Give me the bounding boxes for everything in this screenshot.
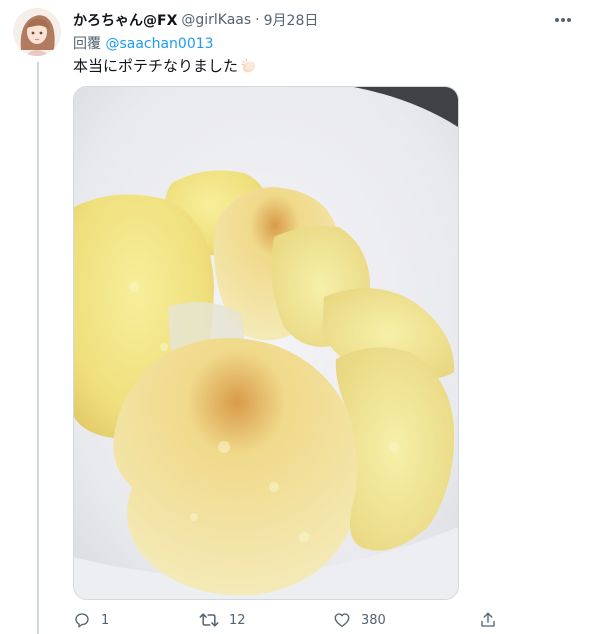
reply-label: 回覆 — [73, 36, 101, 52]
retweet-icon — [199, 613, 219, 627]
separator-dot: · — [255, 12, 260, 28]
avatar[interactable] — [13, 8, 61, 56]
tweet-header: かろちゃん@FX @girlKaas · 9月28日 — [73, 9, 551, 31]
user-handle[interactable]: @girlKaas — [181, 12, 251, 28]
thread-line — [37, 62, 39, 634]
display-name[interactable]: かろちゃん@FX — [73, 10, 177, 30]
tweet-date[interactable]: 9月28日 — [264, 10, 319, 30]
clapping-hands-icon — [241, 58, 256, 72]
reply-icon — [75, 613, 89, 628]
tweet-text-content: 本当にポテチなりました — [73, 57, 239, 75]
tweet-media-photo[interactable] — [73, 86, 459, 600]
potato-chips-photo — [74, 87, 458, 599]
retweet-count: 12 — [229, 612, 246, 628]
reply-context: 回覆 @saachan0013 — [73, 33, 214, 53]
reply-count: 1 — [101, 612, 110, 628]
like-button[interactable]: 380 — [333, 609, 386, 631]
reply-mention-link[interactable]: @saachan0013 — [105, 36, 213, 52]
share-icon — [481, 612, 495, 627]
share-button[interactable] — [479, 609, 497, 631]
like-count: 380 — [361, 612, 386, 628]
retweet-button[interactable]: 12 — [199, 609, 246, 631]
avatar-illustration — [13, 8, 61, 56]
tweet-text: 本当にポテチなりました — [73, 55, 258, 76]
more-options-icon[interactable] — [553, 10, 573, 30]
tweet-actions: 1 12 380 — [73, 609, 513, 631]
chip-front-center — [113, 337, 360, 596]
heart-icon — [334, 613, 350, 628]
reply-button[interactable]: 1 — [73, 609, 109, 631]
